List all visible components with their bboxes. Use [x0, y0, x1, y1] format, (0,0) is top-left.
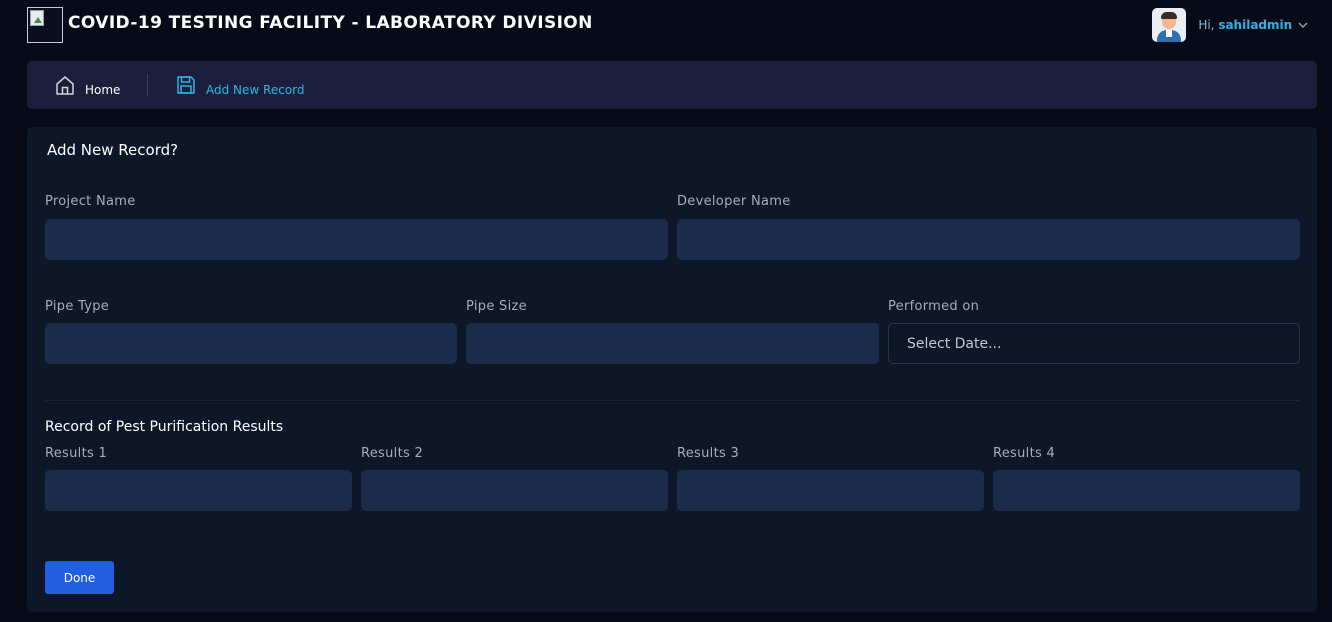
form-title: Add New Record?: [47, 141, 179, 159]
results-1-label: Results 1: [45, 446, 108, 461]
results-4-input[interactable]: [993, 470, 1300, 511]
results-1-input[interactable]: [45, 470, 352, 511]
performed-on-date-input[interactable]: [888, 323, 1300, 364]
user-greeting[interactable]: Hi, sahiladmin: [1198, 18, 1308, 32]
developer-name-input[interactable]: [677, 219, 1300, 260]
section-divider: [45, 400, 1300, 401]
user-menu[interactable]: Hi, sahiladmin: [1152, 8, 1308, 42]
project-name-label: Project Name: [45, 194, 136, 209]
results-3-label: Results 3: [677, 446, 740, 461]
breadcrumb-divider: [147, 74, 148, 96]
breadcrumb-current-label: Add New Record: [206, 82, 305, 97]
add-record-form: Add New Record? Project Name Developer N…: [27, 127, 1317, 612]
results-3-input[interactable]: [677, 470, 984, 511]
performed-on-label: Performed on: [888, 299, 980, 314]
greeting-prefix: Hi,: [1198, 18, 1215, 32]
project-name-input[interactable]: [45, 219, 668, 260]
home-icon: [55, 75, 75, 99]
app-title: COVID-19 TESTING FACILITY - LABORATORY D…: [68, 13, 593, 33]
results-section-title: Record of Pest Purification Results: [45, 419, 284, 435]
pipe-type-input[interactable]: [45, 323, 457, 364]
breadcrumb-current[interactable]: Add New Record: [176, 75, 305, 99]
chevron-down-icon[interactable]: [1298, 19, 1308, 32]
developer-name-label: Developer Name: [677, 194, 791, 209]
pipe-size-label: Pipe Size: [466, 299, 527, 314]
pipe-size-input[interactable]: [466, 323, 879, 364]
broken-image-icon: [27, 7, 63, 43]
results-2-label: Results 2: [361, 446, 424, 461]
floppy-disk-icon: [176, 75, 196, 99]
results-4-label: Results 4: [993, 446, 1056, 461]
results-2-input[interactable]: [361, 470, 668, 511]
breadcrumb-home[interactable]: Home: [55, 75, 120, 99]
avatar[interactable]: [1152, 8, 1187, 42]
username: sahiladmin: [1218, 18, 1293, 32]
top-header: COVID-19 TESTING FACILITY - LABORATORY D…: [0, 0, 1332, 48]
breadcrumb-home-label: Home: [85, 82, 121, 97]
done-button[interactable]: Done: [45, 561, 114, 594]
breadcrumb: Home Add New Record: [27, 61, 1317, 109]
pipe-type-label: Pipe Type: [45, 299, 110, 314]
